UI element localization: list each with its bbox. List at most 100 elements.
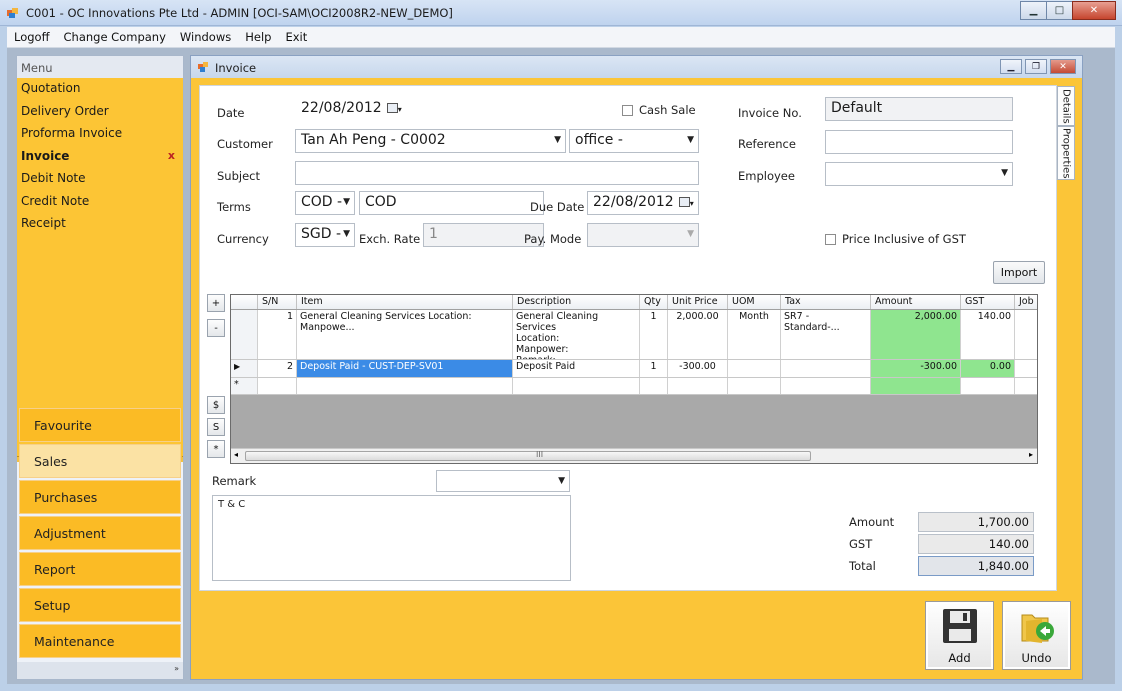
menu-help[interactable]: Help	[238, 30, 278, 44]
cell-tax[interactable]	[781, 378, 871, 394]
scroll-left-icon[interactable]: ◂	[234, 450, 238, 459]
s-button[interactable]: S	[207, 418, 225, 436]
sidebar-item-proforma-invoice[interactable]: Proforma Invoice	[17, 123, 183, 146]
invoice-no-field[interactable]: Default	[825, 97, 1013, 121]
undo-button[interactable]: Undo	[1002, 601, 1071, 670]
category-maintenance[interactable]: Maintenance	[19, 624, 181, 658]
horizontal-scrollbar[interactable]: ◂ III ▸	[231, 448, 1037, 463]
cell-unit-price[interactable]: -300.00	[668, 360, 728, 377]
menu-exit[interactable]: Exit	[278, 30, 314, 44]
column-header[interactable]: Qty	[640, 295, 668, 309]
column-header[interactable]: UOM	[728, 295, 781, 309]
cell-sn[interactable]: 2	[258, 360, 297, 377]
minimize-icon[interactable]: ▁	[1020, 1, 1047, 20]
reference-field[interactable]	[825, 130, 1013, 154]
currency-select[interactable]: SGD - ▼	[295, 223, 355, 247]
star-button[interactable]: *	[207, 440, 225, 458]
price-incl-gst-checkbox[interactable]	[825, 234, 836, 245]
menu-windows[interactable]: Windows	[173, 30, 238, 44]
close-icon[interactable]: ✕	[1050, 59, 1076, 74]
cell-uom[interactable]	[728, 378, 781, 394]
cell-uom[interactable]: Month	[728, 310, 781, 359]
minimize-icon[interactable]: ▁	[1000, 59, 1022, 74]
cell-job[interactable]	[1015, 310, 1037, 359]
cell-amount[interactable]: -300.00	[871, 360, 961, 377]
maximize-icon[interactable]: □	[1046, 1, 1073, 20]
column-header[interactable]	[231, 295, 258, 309]
amount-total-field[interactable]: 1,700.00	[918, 512, 1034, 532]
category-purchases[interactable]: Purchases	[19, 480, 181, 514]
add-button[interactable]: Add	[925, 601, 994, 670]
column-header[interactable]: Job	[1015, 295, 1037, 309]
double-chevron-right-icon[interactable]: »	[174, 664, 179, 673]
column-header[interactable]: Tax	[781, 295, 871, 309]
cell-item[interactable]: Deposit Paid - CUST-DEP-SV01	[297, 360, 513, 377]
cell-amount[interactable]: 2,000.00	[871, 310, 961, 359]
cell-item[interactable]	[297, 378, 513, 394]
sidebar-item-invoice[interactable]: Invoice x	[17, 146, 183, 169]
cell-amount[interactable]	[871, 378, 961, 394]
due-date-field[interactable]: 22/08/2012 ▾	[587, 191, 699, 215]
office-select[interactable]: office - ▼	[569, 129, 699, 153]
scroll-thumb[interactable]: III	[245, 450, 811, 461]
cell-description[interactable]	[513, 378, 640, 394]
cell-uom[interactable]	[728, 360, 781, 377]
row-indicator[interactable]: *	[231, 378, 258, 394]
sidebar-item-quotation[interactable]: Quotation	[17, 78, 183, 101]
calendar-icon[interactable]	[678, 197, 690, 207]
table-row[interactable]: ▶ 2 Deposit Paid - CUST-DEP-SV01 Deposit…	[231, 360, 1037, 378]
category-setup[interactable]: Setup	[19, 588, 181, 622]
cell-description[interactable]: General Cleaning Services Location: Manp…	[513, 310, 640, 359]
scroll-right-icon[interactable]: ▸	[1029, 450, 1033, 459]
terms-field[interactable]: COD	[359, 191, 544, 215]
add-row-button[interactable]: +	[207, 294, 225, 312]
cell-gst[interactable]: 0.00	[961, 360, 1015, 377]
price-button[interactable]: $	[207, 396, 225, 414]
terms-code-select[interactable]: COD - ▼	[295, 191, 355, 215]
cell-unit-price[interactable]: 2,000.00	[668, 310, 728, 359]
category-report[interactable]: Report	[19, 552, 181, 586]
grand-total-field[interactable]: 1,840.00	[918, 556, 1034, 576]
category-adjustment[interactable]: Adjustment	[19, 516, 181, 550]
remove-row-button[interactable]: -	[207, 319, 225, 337]
table-row[interactable]: 1 General Cleaning Services Location: Ma…	[231, 310, 1037, 360]
cell-sn[interactable]: 1	[258, 310, 297, 359]
column-header[interactable]: Amount	[871, 295, 961, 309]
row-indicator[interactable]: ▶	[231, 360, 258, 377]
employee-select[interactable]: ▼	[825, 162, 1013, 186]
category-sales[interactable]: Sales	[19, 444, 181, 478]
cell-item[interactable]: General Cleaning Services Location: Manp…	[297, 310, 513, 359]
cell-job[interactable]	[1015, 360, 1037, 377]
pay-mode-select[interactable]: ▼	[587, 223, 699, 247]
remark-template-select[interactable]: ▼	[436, 470, 570, 492]
customer-select[interactable]: Tan Ah Peng - C0002 ▼	[295, 129, 566, 153]
cell-tax[interactable]	[781, 360, 871, 377]
subject-field[interactable]	[295, 161, 699, 185]
sidebar-item-delivery-order[interactable]: Delivery Order	[17, 101, 183, 124]
cell-tax[interactable]: SR7 - Standard-...	[781, 310, 871, 359]
sidebar-item-receipt[interactable]: Receipt	[17, 213, 183, 236]
remark-textarea[interactable]: T & C	[212, 495, 571, 581]
column-header[interactable]: Description	[513, 295, 640, 309]
sidebar-item-credit-note[interactable]: Credit Note	[17, 191, 183, 214]
date-field[interactable]: 22/08/2012 ▾	[295, 97, 407, 121]
restore-icon[interactable]: ❐	[1025, 59, 1047, 74]
cell-gst[interactable]: 140.00	[961, 310, 1015, 359]
cell-gst[interactable]	[961, 378, 1015, 394]
import-button[interactable]: Import	[993, 261, 1045, 284]
gst-total-field[interactable]: 140.00	[918, 534, 1034, 554]
sidebar-item-debit-note[interactable]: Debit Note	[17, 168, 183, 191]
cell-unit-price[interactable]	[668, 378, 728, 394]
tab-properties[interactable]: Properties	[1057, 126, 1075, 180]
cell-qty[interactable]: 1	[640, 360, 668, 377]
menu-change-company[interactable]: Change Company	[57, 30, 173, 44]
table-row-new[interactable]: *	[231, 378, 1037, 395]
close-tab-icon[interactable]: x	[168, 149, 175, 162]
column-header[interactable]: S/N	[258, 295, 297, 309]
row-indicator[interactable]	[231, 310, 258, 359]
tab-details[interactable]: Details	[1057, 86, 1075, 126]
cell-sn[interactable]	[258, 378, 297, 394]
close-icon[interactable]: ✕	[1072, 1, 1116, 20]
cell-qty[interactable]	[640, 378, 668, 394]
menu-logoff[interactable]: Logoff	[7, 30, 57, 44]
